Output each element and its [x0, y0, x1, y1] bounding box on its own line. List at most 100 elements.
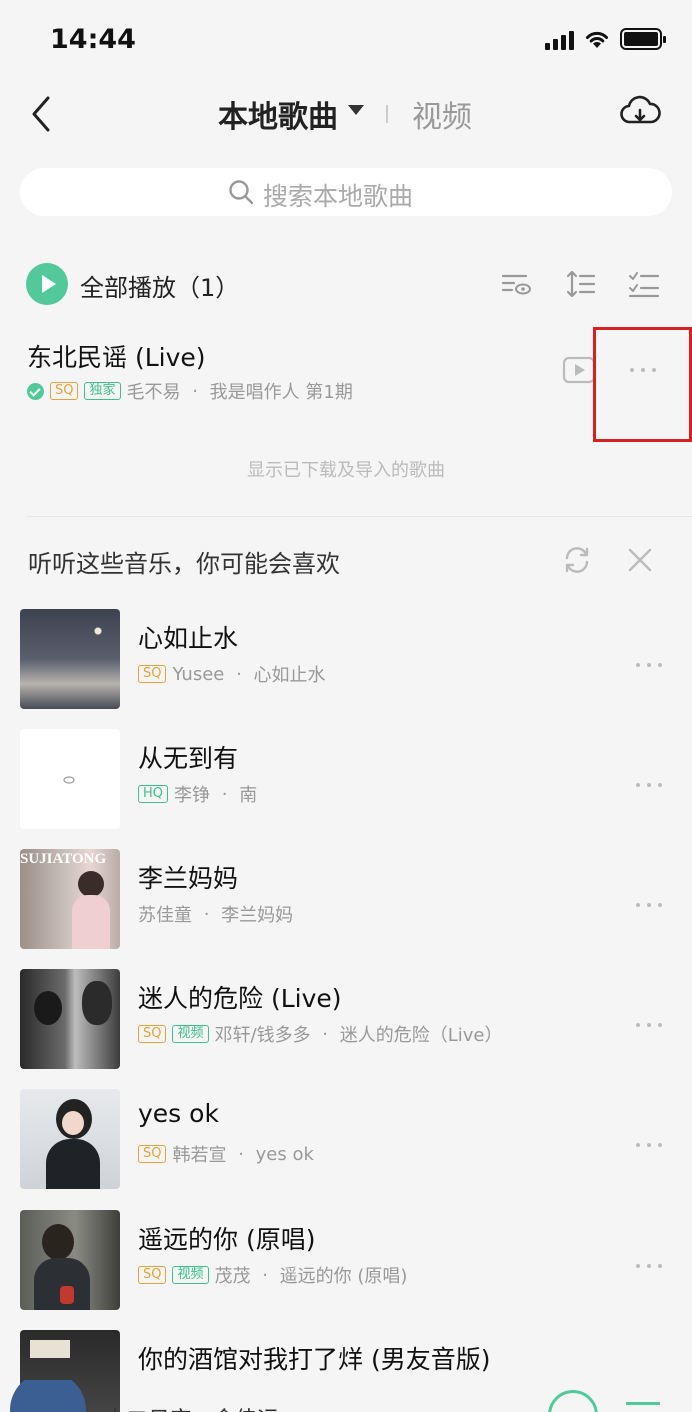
cloud-logo-icon [63, 776, 75, 784]
more-options-button[interactable] [636, 1264, 662, 1268]
tab-video[interactable]: 视频 [412, 92, 472, 136]
battery-icon [620, 28, 666, 50]
song-album: 南 [239, 785, 258, 806]
multi-select-icon[interactable] [628, 268, 660, 300]
video-badge: 视频 [172, 1266, 209, 1284]
more-options-button[interactable] [636, 1023, 662, 1027]
song-meta: HQ 李铮 · 南 [138, 781, 257, 807]
more-options-button[interactable] [636, 903, 662, 907]
song-title: 东北民谣 (Live) [27, 343, 206, 372]
page-title[interactable]: 本地歌曲 [218, 92, 338, 136]
album-cover: SUJIATONG [20, 849, 120, 949]
search-input[interactable]: 搜索本地歌曲 [20, 168, 672, 216]
play-button[interactable] [548, 1390, 598, 1412]
song-artist: Yusee [172, 663, 225, 685]
cover-text: SUJIATONG [20, 851, 107, 867]
song-artist: 毛不易 [126, 382, 181, 403]
search-placeholder: 搜索本地歌曲 [263, 182, 414, 211]
song-meta: SQ 独家 毛不易 · 我是唱作人 第1期 [27, 378, 353, 404]
list-item[interactable]: 从无到有 HQ 李铮 · 南 [0, 729, 692, 829]
list-item[interactable]: SUJIATONG 李兰妈妈 苏佳童 · 李兰妈妈 [0, 849, 692, 949]
mv-icon[interactable] [562, 356, 596, 384]
mini-player-cover[interactable] [10, 1380, 86, 1412]
local-song-item[interactable]: 东北民谣 (Live) SQ 独家 毛不易 · 我是唱作人 第1期 [0, 328, 692, 416]
song-album: 遥远的你 (原唱) [279, 1266, 408, 1287]
chevron-down-icon[interactable] [348, 105, 364, 115]
meta-separator: · [186, 380, 204, 402]
meta-separator: · [316, 1023, 334, 1045]
quality-badge: SQ [138, 1025, 167, 1043]
song-title: 李兰妈妈 [138, 864, 239, 893]
song-meta: SQ 韩若宣 · yes ok [138, 1141, 314, 1167]
highlight-box [593, 327, 692, 442]
status-time: 14:44 [50, 24, 136, 55]
exclusive-badge: 独家 [84, 382, 121, 400]
song-title: 从无到有 [138, 744, 239, 773]
more-options-button[interactable] [636, 1143, 662, 1147]
recommend-header: 听听这些音乐，你可能会喜欢 [0, 536, 692, 586]
meta-separator: · [198, 903, 216, 925]
wifi-icon [586, 31, 608, 48]
album-cover [20, 1089, 120, 1189]
play-all-button[interactable] [26, 263, 68, 305]
quality-badge: SQ [138, 665, 167, 683]
song-album: 李兰妈妈 [221, 905, 294, 926]
album-cover [20, 729, 120, 829]
song-artist: 李铮 [174, 785, 211, 806]
song-title: 遥远的你 (原唱) [138, 1225, 316, 1254]
mini-player[interactable]: 十二日宫 · 金佳运 [0, 1380, 692, 1412]
downloaded-check-icon [27, 382, 44, 400]
playlist-icon[interactable] [626, 1402, 660, 1412]
play-all-row: 全部播放（1） [0, 258, 692, 310]
album-cover [20, 609, 120, 709]
list-item[interactable]: 迷人的危险 (Live) SQ 视频 邓轩/钱多多 · 迷人的危险（Live） [0, 969, 692, 1069]
quality-badge: SQ [50, 382, 79, 400]
more-options-button[interactable] [636, 783, 662, 787]
status-bar: 14:44 [0, 0, 692, 84]
song-title: yes ok [138, 1099, 219, 1128]
song-album: 心如止水 [253, 665, 326, 686]
meta-separator: · [232, 1143, 250, 1165]
song-artist: 邓轩/钱多多 [214, 1025, 311, 1046]
mini-player-title[interactable]: 十二日宫 · 金佳运 [104, 1402, 279, 1412]
more-options-button[interactable] [636, 663, 662, 667]
list-item[interactable]: 遥远的你 (原唱) SQ 视频 茂茂 · 遥远的你 (原唱) [0, 1210, 692, 1310]
song-title: 迷人的危险 (Live) [138, 984, 342, 1013]
close-icon[interactable] [626, 546, 654, 574]
sort-icon[interactable] [565, 268, 597, 300]
view-filter-icon[interactable] [500, 268, 532, 300]
song-album: 迷人的危险（Live） [339, 1025, 503, 1046]
nav-divider [386, 105, 388, 123]
song-title: 心如止水 [138, 624, 239, 653]
quality-badge: HQ [138, 785, 169, 803]
play-all-label[interactable]: 全部播放（1） [80, 268, 239, 303]
recommend-title: 听听这些音乐，你可能会喜欢 [28, 550, 340, 578]
album-cover [20, 1210, 120, 1310]
back-button[interactable] [26, 92, 66, 136]
meta-separator: · [216, 783, 234, 805]
list-item[interactable]: yes ok SQ 韩若宣 · yes ok [0, 1089, 692, 1189]
nav-bar: 本地歌曲 视频 [0, 84, 692, 146]
list-item[interactable]: 心如止水 SQ Yusee · 心如止水 [0, 609, 692, 709]
status-icons [545, 28, 666, 50]
song-album: yes ok [255, 1143, 314, 1165]
cloud-download-icon[interactable] [618, 90, 662, 134]
search-icon [229, 180, 254, 205]
album-cover [20, 969, 120, 1069]
song-title: 你的酒馆对我打了烊 (男友音版) [138, 1345, 491, 1374]
hint-text: 显示已下载及导入的歌曲 [247, 460, 445, 481]
refresh-icon[interactable] [562, 545, 592, 575]
song-artist: 苏佳童 [138, 905, 192, 926]
divider [27, 516, 692, 517]
quality-badge: SQ [138, 1266, 167, 1284]
meta-separator: · [230, 663, 248, 685]
song-meta: SQ Yusee · 心如止水 [138, 661, 326, 687]
song-artist: 韩若宣 [172, 1145, 227, 1166]
song-meta: SQ 视频 邓轩/钱多多 · 迷人的危险（Live） [138, 1021, 503, 1047]
song-meta: SQ 视频 茂茂 · 遥远的你 (原唱) [138, 1262, 407, 1288]
video-badge: 视频 [172, 1025, 209, 1043]
song-album: 我是唱作人 第1期 [209, 382, 353, 403]
meta-separator: · [256, 1264, 274, 1286]
song-artist: 茂茂 [214, 1266, 251, 1287]
signal-icon [545, 28, 574, 50]
